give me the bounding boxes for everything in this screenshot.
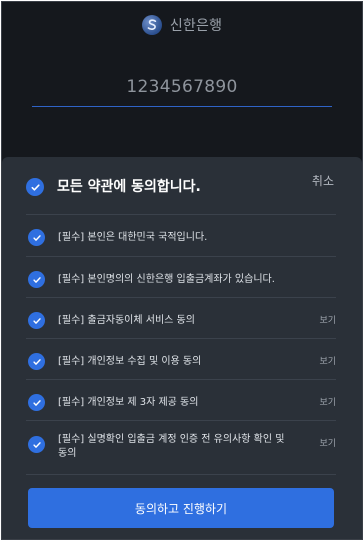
terms-item-label: [필수] 본인은 대한민국 국적입니다.: [58, 232, 208, 243]
account-number: 1234567890: [126, 77, 238, 97]
divider: [26, 474, 336, 475]
divider: [26, 214, 336, 215]
divider: [26, 297, 336, 298]
divider: [26, 379, 336, 380]
terms-item-nationality[interactable]: [필수] 본인은 대한민국 국적입니다.: [26, 223, 336, 253]
shinhan-logo-icon: [141, 15, 162, 35]
view-terms-link[interactable]: 보기: [319, 315, 336, 327]
terms-item-auto-transfer[interactable]: [필수] 출금자동이체 서비스 동의 보기: [26, 306, 336, 336]
app-window: 신한은행 1234567890 모든 약관에 동의합니다. 취소 [필수] 본인…: [1, 1, 363, 540]
terms-checkbox-nationality[interactable]: [28, 229, 45, 246]
view-terms-link[interactable]: 보기: [319, 438, 336, 450]
terms-item-notice[interactable]: [필수] 실명확인 입출금 계정 인증 전 유의사항 확인 및 동의 보기: [26, 428, 336, 468]
cancel-button[interactable]: 취소: [312, 173, 334, 189]
bank-name: 신한은행: [169, 18, 223, 34]
terms-item-label: [필수] 본인명의의 신한은행 입출금계좌가 있습니다.: [58, 274, 275, 285]
agree-all-checkbox[interactable]: [26, 178, 44, 196]
divider: [26, 256, 336, 257]
terms-item-label: [필수] 출금자동이체 서비스 동의: [58, 315, 195, 326]
agree-and-continue-button[interactable]: 동의하고 진행하기: [28, 488, 334, 528]
terms-item-own-account[interactable]: [필수] 본인명의의 신한은행 입출금계좌가 있습니다.: [26, 265, 336, 295]
divider: [26, 338, 336, 339]
terms-checkbox-own-account[interactable]: [28, 271, 45, 288]
terms-sheet: 모든 약관에 동의합니다. 취소 [필수] 본인은 대한민국 국적입니다. [필…: [2, 157, 362, 539]
terms-item-privacy-collection[interactable]: [필수] 개인정보 수집 및 이용 동의 보기: [26, 347, 336, 377]
terms-item-label: [필수] 실명확인 입출금 계정 인증 전 유의사항 확인 및 동의: [58, 434, 285, 459]
divider: [26, 420, 336, 421]
terms-checkbox-notice[interactable]: [28, 436, 45, 453]
top-area: 신한은행 1234567890: [2, 2, 362, 157]
terms-checkbox-auto-transfer[interactable]: [28, 312, 45, 329]
terms-item-third-party[interactable]: [필수] 개인정보 제 3자 제공 동의 보기: [26, 388, 336, 418]
terms-item-label: [필수] 개인정보 수집 및 이용 동의: [58, 356, 202, 367]
terms-checkbox-privacy-collection[interactable]: [28, 353, 45, 370]
bank-brand: 신한은행: [2, 12, 362, 38]
view-terms-link[interactable]: 보기: [319, 397, 336, 409]
agree-all-title: 모든 약관에 동의합니다.: [57, 179, 201, 195]
account-number-field[interactable]: 1234567890: [32, 74, 332, 107]
agree-all-row[interactable]: 모든 약관에 동의합니다. 취소: [26, 173, 340, 203]
terms-item-label: [필수] 개인정보 제 3자 제공 동의: [58, 397, 199, 408]
terms-checkbox-third-party[interactable]: [28, 394, 45, 411]
view-terms-link[interactable]: 보기: [319, 356, 336, 368]
